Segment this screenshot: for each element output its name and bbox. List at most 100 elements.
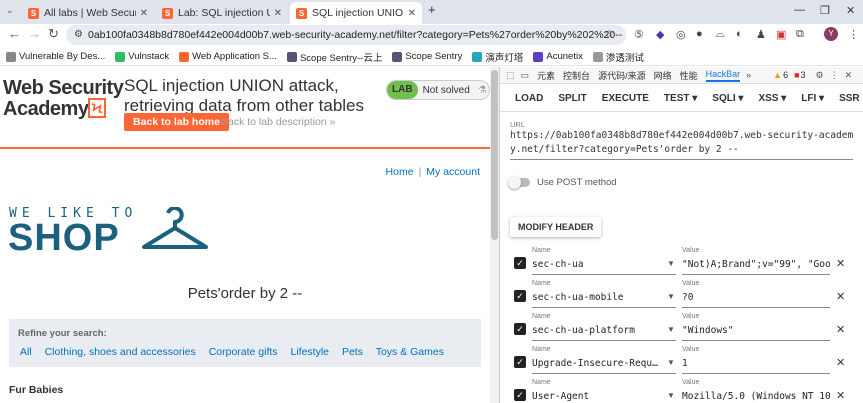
extensions-puzzle-icon[interactable]: ⧉ xyxy=(796,28,804,41)
extension-icon[interactable]: ♟ xyxy=(756,28,766,41)
bookmark-item[interactable]: Scope Sentry xyxy=(392,51,462,62)
warning-icon[interactable]: ▲ xyxy=(773,70,782,80)
hackbar-test-menu[interactable]: TEST ▾ xyxy=(664,93,697,104)
hackbar-sqli-menu[interactable]: SQLI ▾ xyxy=(712,93,743,104)
profile-avatar[interactable]: Y xyxy=(824,27,838,41)
restore-icon[interactable]: ❐ xyxy=(820,4,830,17)
header-value-input[interactable]: ?0 xyxy=(682,292,830,303)
minimize-icon[interactable]: — xyxy=(794,4,805,16)
settings-gear-icon[interactable]: ⚙ xyxy=(816,70,824,81)
close-icon[interactable]: ✕ xyxy=(140,8,148,19)
header-value-input[interactable]: Mozilla/5.0 (Windows NT 10. xyxy=(682,391,830,402)
browser-tab-3[interactable]: S SQL injection UNION attack, ✕ xyxy=(290,2,422,24)
more-options-icon[interactable]: ⋮ xyxy=(830,70,839,81)
error-icon[interactable]: ■ xyxy=(794,70,799,80)
remove-header-icon[interactable]: ✕ xyxy=(836,290,845,303)
header-value-input[interactable]: "Not)A;Brand";v="99", "Goog xyxy=(682,259,830,270)
hackbar-xss-menu[interactable]: XSS ▾ xyxy=(758,93,786,104)
extension-icon[interactable]: ⌓ xyxy=(716,28,725,41)
extension-icon[interactable]: ● xyxy=(696,28,703,40)
hackbar-lfi-menu[interactable]: LFI ▾ xyxy=(801,93,824,104)
browser-tab-1[interactable]: S All labs | Web Security Acade ✕ xyxy=(22,2,154,24)
chevron-down-icon[interactable]: ▼ xyxy=(667,358,675,367)
category-link-pets[interactable]: Pets xyxy=(342,346,363,358)
header-enabled-checkbox[interactable]: ✓ xyxy=(514,356,526,368)
academy-logo-line2[interactable]: Academy xyxy=(3,98,89,121)
category-link-corporate-gifts[interactable]: Corporate gifts xyxy=(209,346,278,358)
devtools-tab-network[interactable]: 网络 xyxy=(654,69,672,82)
devtools-tab-performance[interactable]: 性能 xyxy=(680,69,698,82)
devtools-tab-sources[interactable]: 源代码/来源 xyxy=(598,69,646,82)
category-link-clothing[interactable]: Clothing, shoes and accessories xyxy=(45,346,196,358)
category-link-all[interactable]: All xyxy=(20,346,32,358)
bookmark-item[interactable]: 渗透测试 xyxy=(592,50,644,64)
new-tab-button[interactable]: + xyxy=(428,2,436,17)
device-toggle-icon[interactable]: ▭ xyxy=(521,70,530,81)
back-to-lab-home-button[interactable]: Back to lab home xyxy=(124,113,229,131)
bookmark-item[interactable]: 演声灯塔 xyxy=(472,50,523,64)
modify-header-button[interactable]: MODIFY HEADER xyxy=(510,217,602,237)
close-icon[interactable]: ✕ xyxy=(274,8,282,19)
close-icon[interactable]: ✕ xyxy=(408,8,416,19)
bookmark-item[interactable]: Vulnstack xyxy=(115,51,169,62)
hackbar-split-button[interactable]: SPLIT xyxy=(558,93,586,104)
menu-kebab-icon[interactable]: ⋮ xyxy=(848,28,859,41)
reload-icon[interactable]: ↻ xyxy=(48,26,59,42)
site-info-icon[interactable]: ⚙ xyxy=(74,29,83,40)
header-enabled-checkbox[interactable]: ✓ xyxy=(514,389,526,401)
hackbar-execute-button[interactable]: EXECUTE xyxy=(602,93,649,104)
tab-search-icon[interactable]: ⌄ xyxy=(6,5,14,16)
hackbar-ssrf-menu[interactable]: SSR xyxy=(839,93,860,104)
chevron-down-icon[interactable]: ▼ xyxy=(667,292,675,301)
more-tabs-icon[interactable]: » xyxy=(746,70,751,80)
close-devtools-icon[interactable]: ✕ xyxy=(845,70,853,81)
bookmark-item[interactable]: Vulnerable By Des... xyxy=(6,51,105,62)
category-link-toys-games[interactable]: Toys & Games xyxy=(376,346,444,358)
address-bar[interactable]: ⚙ 0ab100fa0348b8d780ef442e004d00b7.web-s… xyxy=(66,25,626,45)
header-value-input[interactable]: 1 xyxy=(682,358,830,369)
extension-icon[interactable]: ◎ xyxy=(676,28,686,41)
remove-header-icon[interactable]: ✕ xyxy=(836,389,845,402)
remove-header-icon[interactable]: ✕ xyxy=(836,323,845,336)
extension-icon[interactable]: ▣ xyxy=(776,28,786,41)
extension-icon[interactable]: ⑤ xyxy=(634,28,644,41)
bookmark-star-icon[interactable]: ☆ xyxy=(604,27,615,41)
extension-icon[interactable]: ◐ xyxy=(736,28,743,40)
bookmark-item[interactable]: Acunetix xyxy=(533,51,583,62)
chevron-down-icon[interactable]: ▼ xyxy=(667,325,675,334)
devtools-tab-hackbar[interactable]: HackBar xyxy=(705,69,741,82)
page-scrollbar[interactable] xyxy=(490,67,499,403)
devtools-tab-console[interactable]: 控制台 xyxy=(563,69,590,82)
back-icon[interactable]: ← xyxy=(8,26,21,41)
nav-my-account-link[interactable]: My account xyxy=(426,166,480,178)
forward-icon[interactable]: → xyxy=(28,26,41,41)
devtools-tab-elements[interactable]: 元素 xyxy=(537,69,555,82)
url-textarea[interactable]: https://0ab100fa0348b8d780ef442e004d00b7… xyxy=(510,129,855,157)
header-name-input[interactable]: sec-ch-ua xyxy=(532,259,676,270)
back-to-lab-description-link[interactable]: Back to lab description » xyxy=(221,113,335,131)
bookmark-item[interactable]: Web Application S... xyxy=(179,51,277,62)
header-enabled-checkbox[interactable]: ✓ xyxy=(514,323,526,335)
header-name-input[interactable]: User-Agent xyxy=(532,391,676,402)
browser-tab-2[interactable]: S Lab: SQL injection UNION att ✕ xyxy=(156,2,288,24)
academy-logo-line1[interactable]: Web Security xyxy=(3,77,124,100)
close-window-icon[interactable]: ✕ xyxy=(846,4,855,17)
hackbar-load-button[interactable]: LOAD xyxy=(515,93,543,104)
post-method-toggle[interactable] xyxy=(508,176,530,189)
header-name-input[interactable]: sec-ch-ua-platform xyxy=(532,325,676,336)
scrollbar-thumb[interactable] xyxy=(491,70,498,240)
bookmark-item[interactable]: Scope Sentry--云上 xyxy=(286,50,382,64)
header-enabled-checkbox[interactable]: ✓ xyxy=(514,290,526,302)
header-name-input[interactable]: sec-ch-ua-mobile xyxy=(532,292,676,303)
remove-header-icon[interactable]: ✕ xyxy=(836,356,845,369)
remove-header-icon[interactable]: ✕ xyxy=(836,257,845,270)
inspect-icon[interactable]: ⬚ xyxy=(506,70,515,81)
header-value-input[interactable]: "Windows" xyxy=(682,325,830,336)
chevron-down-icon[interactable]: ▼ xyxy=(667,391,675,400)
chevron-down-icon[interactable]: ▼ xyxy=(667,259,675,268)
header-enabled-checkbox[interactable]: ✓ xyxy=(514,257,526,269)
category-link-lifestyle[interactable]: Lifestyle xyxy=(290,346,329,358)
extension-icon[interactable]: ◆ xyxy=(656,28,664,41)
nav-home-link[interactable]: Home xyxy=(386,166,414,178)
header-name-input[interactable]: Upgrade-Insecure-Requ… xyxy=(532,358,676,369)
